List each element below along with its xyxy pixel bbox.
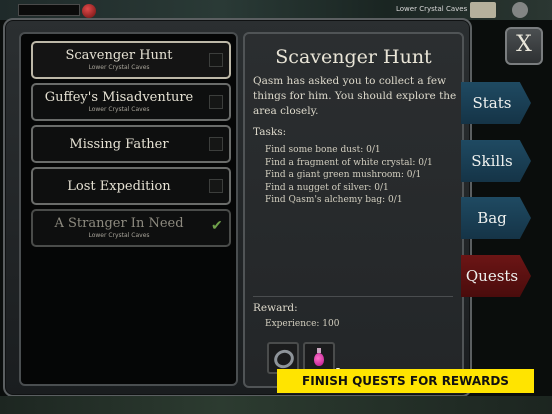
health-orb-icon [82,4,96,18]
task-item: Find Qasm's alchemy bag: 0/1 [265,195,403,205]
quest-detail-panel: Scavenger Hunt Qasm has asked you to col… [243,32,464,388]
quest-checkbox [209,95,223,109]
tab-label: Quests [465,267,519,285]
quest-list: Scavenger Hunt Lower Crystal Caves Guffe… [19,32,238,386]
quest-name: Missing Father [69,137,169,152]
potion-icon [314,348,324,366]
reward-experience: Experience: 100 [265,319,340,329]
quest-item-a-stranger-in-need[interactable]: A Stranger In Need Lower Crystal Caves ✔ [31,209,231,247]
quest-description: Qasm has asked you to collect a few thin… [253,75,457,117]
tab-label: Bag [477,209,507,227]
tab-label: Stats [472,94,512,112]
ring-icon [271,346,297,372]
task-item: Find some bone dust: 0/1 [265,145,381,155]
quest-name: A Stranger In Need [54,216,184,231]
quest-checkbox [209,137,223,151]
quest-journal-window: Scavenger Hunt Lower Crystal Caves Guffe… [3,18,472,397]
tab-skills[interactable]: Skills [461,140,531,182]
completed-check-icon: ✔ [211,218,223,234]
top-hud: Lower Crystal Caves [0,0,552,20]
quest-name: Guffey's Misadventure [44,90,194,105]
tab-quests[interactable]: Quests [461,255,531,297]
quest-name: Scavenger Hunt [65,48,173,63]
tab-label: Skills [471,152,513,170]
quest-location: Lower Crystal Caves [88,106,150,113]
reward-heading: Reward: [253,302,298,314]
task-item: Find a nugget of silver: 0/1 [265,182,389,193]
quest-item-scavenger-hunt[interactable]: Scavenger Hunt Lower Crystal Caves [31,41,231,79]
tab-bag[interactable]: Bag [461,197,531,239]
health-bar [18,4,80,16]
location-label: Lower Crystal Caves [396,5,468,13]
promo-banner: FINISH QUESTS FOR REWARDS [277,369,534,393]
map-scroll-icon[interactable] [470,2,496,18]
quest-location: Lower Crystal Caves [88,232,150,239]
bottom-hud [0,396,552,414]
tasks-heading: Tasks: [253,126,287,138]
quest-location: Lower Crystal Caves [88,64,150,71]
settings-gear-icon[interactable] [512,2,528,18]
quest-item-missing-father[interactable]: Missing Father [31,125,231,163]
task-item: Find a fragment of white crystal: 0/1 [265,157,433,168]
quest-name: Lost Expedition [67,179,171,194]
quest-item-lost-expedition[interactable]: Lost Expedition [31,167,231,205]
task-item: Find a giant green mushroom: 0/1 [265,170,422,180]
quest-title: Scavenger Hunt [275,46,432,68]
quest-item-guffeys-misadventure[interactable]: Guffey's Misadventure Lower Crystal Cave… [31,83,231,121]
divider [253,296,453,297]
tab-stats[interactable]: Stats [461,82,531,124]
quest-checkbox [209,53,223,67]
quest-checkbox [209,179,223,193]
close-button[interactable]: X [505,27,543,65]
task-list: Find some bone dust: 0/1 Find a fragment… [265,144,433,207]
